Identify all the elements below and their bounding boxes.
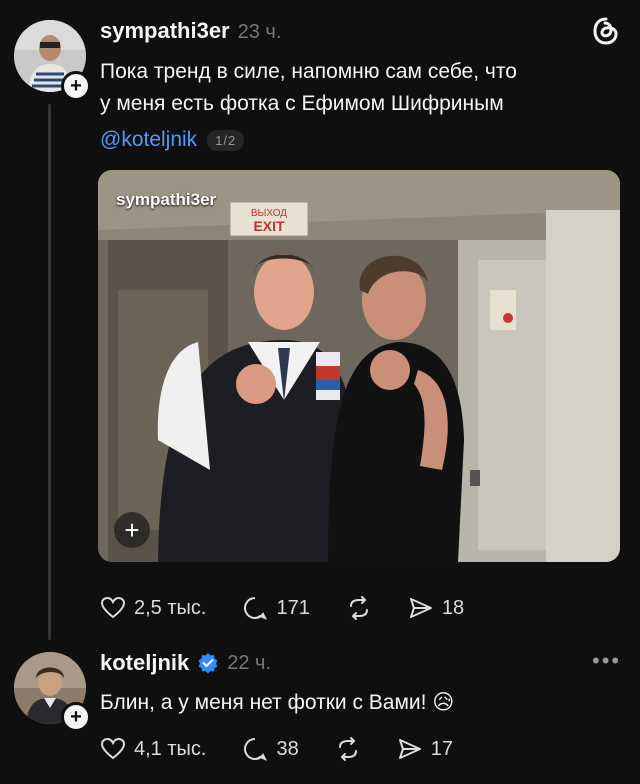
comment-icon (244, 738, 268, 761)
reply-share-button[interactable]: 17 (397, 736, 453, 762)
repost-icon (349, 596, 368, 620)
page-indicator: 1/2 (207, 129, 245, 151)
reply-like-button[interactable]: 4,1 тыс. (100, 736, 206, 762)
exit-sign-bottom: EXIT (253, 218, 285, 234)
send-icon (398, 739, 421, 759)
like-count: 2,5 тыс. (134, 596, 207, 619)
post-text-line2: у меня есть фотка с Ефимом Шифриным (100, 92, 504, 115)
post-text-line1: Пока тренд в силе, напомню сам себе, что (100, 60, 517, 83)
repost-button[interactable] (346, 595, 372, 621)
mention-link[interactable]: @koteljnik (100, 128, 197, 152)
reply-actions: 4,1 тыс. 38 17 (100, 736, 453, 762)
heart-icon (100, 596, 126, 619)
post-time: 23 ч. (237, 21, 282, 43)
post-actions: 2,5 тыс. 171 18 (100, 595, 464, 621)
share-button[interactable]: 18 (408, 595, 464, 621)
repost-icon (338, 737, 357, 761)
heart-icon (100, 737, 126, 760)
comment-button[interactable]: 171 (242, 595, 310, 621)
post-photo[interactable]: ВЫХОД EXIT sympathi3er + (98, 170, 620, 562)
post-text: Пока тренд в силе, напомню сам себе, что… (100, 56, 630, 120)
reply-text: Блин, а у меня нет фотки с Вами! 😥 (100, 691, 455, 714)
reply-username[interactable]: koteljnik (100, 650, 189, 676)
comment-icon (244, 597, 268, 620)
reply-comment-count: 38 (276, 737, 299, 760)
mention-row: @koteljnik 1/2 (100, 128, 245, 152)
send-icon (409, 598, 432, 618)
reply-like-count: 4,1 тыс. (134, 737, 207, 760)
threads-logo-icon[interactable] (591, 16, 621, 46)
thread-line (48, 104, 51, 640)
comment-count: 171 (276, 596, 310, 619)
post-header: sympathi3er 23 ч. (100, 18, 281, 44)
reply-header: koteljnik 22 ч. (100, 650, 271, 676)
reply-share-count: 17 (430, 737, 453, 760)
photo-add-button[interactable]: + (114, 512, 150, 548)
share-count: 18 (441, 596, 465, 619)
reply-repost-button[interactable] (335, 736, 361, 762)
like-button[interactable]: 2,5 тыс. (100, 595, 206, 621)
follow-plus-button[interactable]: + (61, 71, 91, 101)
more-options-icon[interactable]: ••• (592, 648, 621, 674)
reply-follow-plus-button[interactable]: + (61, 702, 91, 732)
verified-badge-icon (198, 653, 218, 674)
reply-time: 22 ч. (227, 651, 272, 674)
photo-watermark: sympathi3er (116, 190, 217, 209)
author-username[interactable]: sympathi3er (100, 18, 230, 44)
photo-image: ВЫХОД EXIT (98, 170, 620, 562)
reply-comment-button[interactable]: 38 (242, 736, 299, 762)
